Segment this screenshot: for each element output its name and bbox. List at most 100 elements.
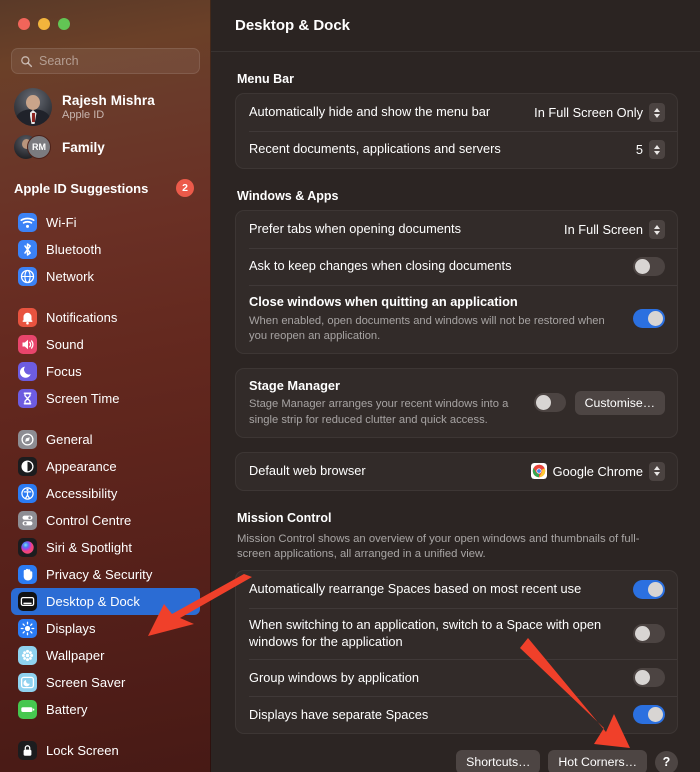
row-default-web-browser[interactable]: Default web browser Google Chrome	[236, 453, 677, 490]
toggle-close-windows-quitting[interactable]	[633, 309, 665, 329]
chevron-updown-icon[interactable]	[649, 461, 665, 481]
shortcuts-button[interactable]: Shortcuts…	[456, 750, 541, 772]
minimise-button[interactable]	[38, 18, 50, 30]
family-initials: RM	[27, 135, 51, 159]
sidebar-item-general[interactable]: General	[11, 426, 200, 453]
network-icon	[18, 267, 37, 286]
wallpaper-icon	[18, 646, 37, 665]
row-displays-separate-spaces[interactable]: Displays have separate Spaces	[236, 696, 677, 733]
row-close-windows-quitting[interactable]: Close windows when quitting an applicati…	[236, 285, 677, 353]
avatar	[14, 88, 52, 126]
row-label: Default web browser	[249, 462, 366, 478]
row-auto-rearrange-spaces[interactable]: Automatically rearrange Spaces based on …	[236, 571, 677, 608]
sidebar-group-lock: Lock Screen	[11, 737, 200, 764]
sidebar-item-accessibility[interactable]: Accessibility	[11, 480, 200, 507]
desktop-dock-icon	[18, 592, 37, 611]
sidebar-item-label: Wallpaper	[46, 648, 105, 663]
stepper-recent-documents[interactable]: 5	[636, 140, 665, 159]
toggle-group-windows[interactable]	[633, 668, 665, 688]
sidebar-item-wallpaper[interactable]: Wallpaper	[11, 642, 200, 669]
sidebar-item-privacy-and-security[interactable]: Privacy & Security	[11, 561, 200, 588]
sidebar-item-label: Focus	[46, 364, 82, 379]
sidebar-group-system: General Appearance Accessibility Control…	[11, 426, 200, 723]
control-centre-icon	[18, 511, 37, 530]
chrome-icon	[530, 463, 547, 480]
row-switch-to-space[interactable]: When switching to an application, switch…	[236, 608, 677, 659]
titlebar: Desktop & Dock	[211, 0, 700, 52]
row-group-windows[interactable]: Group windows by application	[236, 659, 677, 696]
sidebar-item-desktop-and-dock[interactable]: Desktop & Dock	[11, 588, 200, 615]
privacy-icon	[18, 565, 37, 584]
sidebar-item-focus[interactable]: Focus	[11, 358, 200, 385]
sidebar-item-sound[interactable]: Sound	[11, 331, 200, 358]
section-description-mission-control: Mission Control shows an overview of you…	[237, 532, 640, 560]
sidebar-item-label: Battery	[46, 702, 88, 717]
sidebar-item-displays[interactable]: Displays	[11, 615, 200, 642]
sidebar-item-control-centre[interactable]: Control Centre	[11, 507, 200, 534]
toggle-ask-keep-changes[interactable]	[633, 257, 665, 276]
maximise-button[interactable]	[58, 18, 70, 30]
row-ask-keep-changes[interactable]: Ask to keep changes when closing documen…	[236, 248, 677, 285]
sidebar-item-label: Displays	[46, 621, 96, 636]
apple-id-suggestions-row[interactable]: Apple ID Suggestions 2	[11, 179, 200, 197]
customise-button[interactable]: Customise…	[574, 390, 665, 415]
sidebar-item-bluetooth[interactable]: Bluetooth	[11, 236, 200, 263]
sidebar: Search Rajesh Mishra Apple ID RM Family …	[0, 0, 211, 772]
stepper-value: 5	[635, 142, 643, 157]
sidebar-item-appearance[interactable]: Appearance	[11, 453, 200, 480]
row-label: Close windows when quitting an applicati…	[249, 294, 518, 309]
row-label: Prefer tabs when opening documents	[249, 221, 461, 237]
hot-corners-button[interactable]: Hot Corners…	[548, 750, 647, 772]
toggle-auto-rearrange-spaces[interactable]	[633, 580, 665, 600]
page-title: Desktop & Dock	[235, 17, 351, 34]
search-placeholder: Search	[39, 54, 79, 68]
row-auto-hide-menu-bar[interactable]: Automatically hide and show the menu bar…	[236, 94, 677, 131]
wifi-icon	[18, 213, 37, 232]
chevron-updown-icon[interactable]	[649, 103, 665, 122]
suggestions-badge: 2	[176, 179, 194, 197]
close-button[interactable]	[18, 18, 30, 30]
sidebar-item-label: Bluetooth	[46, 242, 102, 257]
sidebar-item-battery[interactable]: Battery	[11, 696, 200, 723]
sidebar-item-label: Desktop & Dock	[46, 594, 140, 609]
chevron-updown-icon[interactable]	[649, 220, 665, 239]
family-row[interactable]: RM Family	[11, 135, 200, 159]
sidebar-item-screen-time[interactable]: Screen Time	[11, 385, 200, 412]
card-menu-bar: Automatically hide and show the menu bar…	[235, 93, 678, 169]
sidebar-item-label: Privacy & Security	[46, 567, 153, 582]
row-stage-manager[interactable]: Stage Manager Stage Manager arranges you…	[236, 369, 677, 437]
sidebar-item-siri-and-spotlight[interactable]: Siri & Spotlight	[11, 534, 200, 561]
popup-prefer-tabs[interactable]: In Full Screen	[564, 220, 665, 239]
card-windows-apps: Prefer tabs when opening documents In Fu…	[235, 210, 678, 354]
row-description: Stage Manager arranges your recent windo…	[249, 398, 509, 426]
toggle-switch-to-space[interactable]	[633, 624, 665, 644]
popup-value: In Full Screen	[564, 222, 643, 237]
sidebar-item-wi-fi[interactable]: Wi-Fi	[11, 209, 200, 236]
lock-screen-icon	[18, 741, 37, 760]
displays-icon	[18, 619, 37, 638]
row-prefer-tabs[interactable]: Prefer tabs when opening documents In Fu…	[236, 211, 677, 248]
toggle-displays-separate-spaces[interactable]	[633, 705, 665, 725]
family-avatars: RM	[14, 135, 52, 159]
account-row[interactable]: Rajesh Mishra Apple ID	[11, 88, 200, 126]
sidebar-item-network[interactable]: Network	[11, 263, 200, 290]
sidebar-item-label: Wi-Fi	[46, 215, 77, 230]
help-button[interactable]: ?	[655, 750, 678, 772]
sidebar-item-notifications[interactable]: Notifications	[11, 304, 200, 331]
search-input[interactable]: Search	[11, 48, 200, 74]
popup-auto-hide-menu-bar[interactable]: In Full Screen Only	[534, 103, 665, 122]
sidebar-item-lock-screen[interactable]: Lock Screen	[11, 737, 200, 764]
sidebar-item-screen-saver[interactable]: Screen Saver	[11, 669, 200, 696]
popup-default-browser[interactable]: Google Chrome	[530, 461, 665, 481]
sidebar-group-alerts: Notifications Sound Focus Screen Time	[11, 304, 200, 412]
row-label: Recent documents, applications and serve…	[249, 141, 501, 157]
siri-icon	[18, 538, 37, 557]
chevron-updown-icon[interactable]	[649, 140, 665, 159]
row-label: Automatically hide and show the menu bar	[249, 104, 491, 120]
sidebar-item-label: Lock Screen	[46, 743, 119, 758]
notifications-icon	[18, 308, 37, 327]
apple-id-suggestions-label: Apple ID Suggestions	[14, 180, 149, 196]
toggle-stage-manager[interactable]	[533, 393, 566, 413]
row-recent-documents[interactable]: Recent documents, applications and serve…	[236, 131, 677, 168]
sidebar-item-label: Network	[46, 269, 95, 284]
